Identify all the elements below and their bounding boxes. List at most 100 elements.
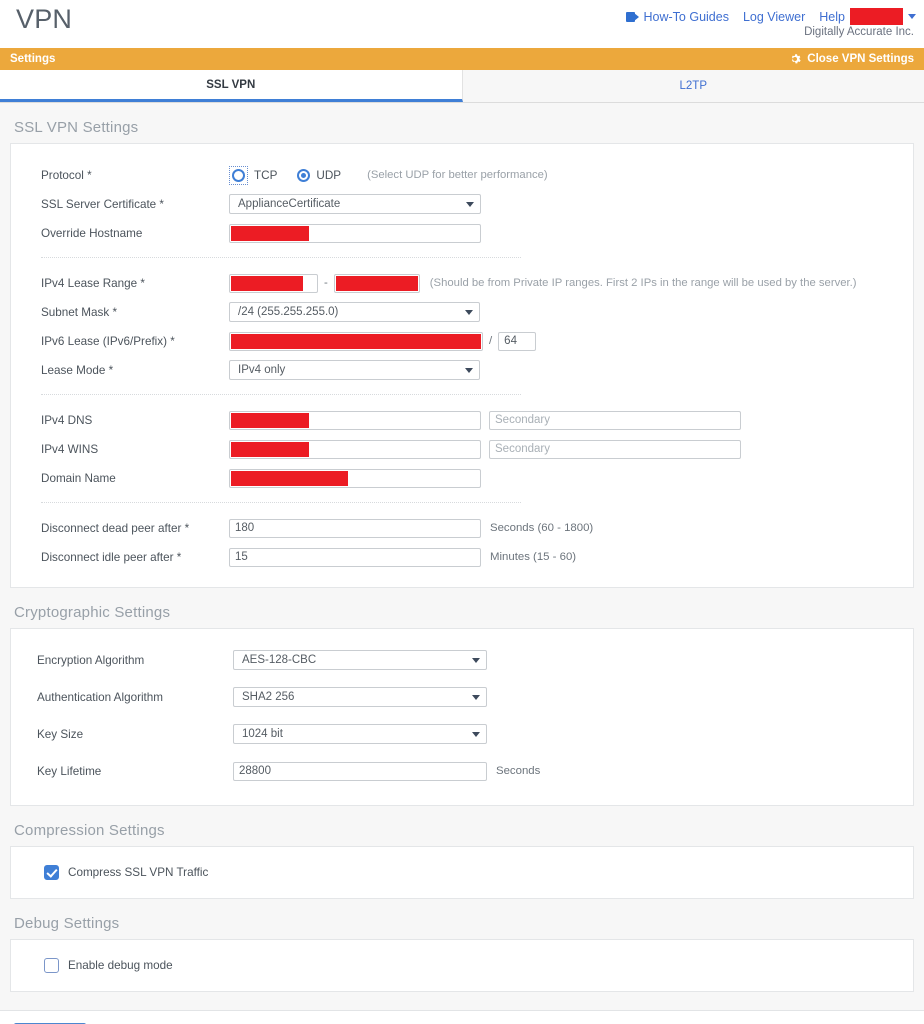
select-subnet-mask[interactable]: /24 (255.255.255.0)	[229, 302, 480, 322]
input-ipv4-dns-primary[interactable]	[229, 410, 481, 430]
row-ipv6-lease: IPv6 Lease (IPv6/Prefix) * / 64	[11, 328, 913, 354]
settings-bar: Settings Close VPN Settings	[0, 48, 924, 70]
debug-card: Enable debug mode	[10, 939, 914, 992]
label-protocol: Protocol *	[41, 168, 92, 182]
checkbox-icon	[44, 958, 59, 973]
label-lease-mode: Lease Mode *	[41, 363, 114, 377]
ipv4-lease-range-hint: (Should be from Private IP ranges. First…	[429, 277, 857, 289]
input-ipv4-dns-secondary[interactable]: Secondary	[489, 410, 741, 430]
input-ipv6-prefix-value: 64	[504, 335, 517, 347]
input-ipv4-lease-range-start[interactable]	[229, 273, 318, 293]
ipv6-prefix-separator: /	[489, 335, 493, 347]
close-vpn-settings-button[interactable]: Close VPN Settings	[789, 53, 914, 65]
close-vpn-settings-label: Close VPN Settings	[807, 53, 914, 65]
divider	[41, 502, 521, 503]
select-encryption-algorithm[interactable]: AES-128-CBC	[233, 650, 487, 670]
chevron-down-icon[interactable]	[908, 14, 916, 19]
row-lease-mode: Lease Mode * IPv4 only	[11, 357, 913, 383]
input-ipv4-wins-primary[interactable]	[229, 439, 481, 459]
input-override-hostname[interactable]	[229, 223, 481, 243]
log-viewer-link[interactable]: Log Viewer	[743, 10, 805, 24]
tab-ssl-vpn-label: SSL VPN	[206, 78, 256, 91]
vpn-settings-page: VPN How-To Guides Log Viewer Help Digita…	[0, 0, 924, 1024]
help-user-redacted	[850, 8, 903, 25]
label-authentication-algorithm: Authentication Algorithm	[37, 690, 164, 704]
label-domain-name: Domain Name	[41, 471, 116, 485]
radio-tcp-label: TCP	[254, 168, 278, 182]
how-to-guides-label: How-To Guides	[643, 9, 729, 24]
row-override-hostname: Override Hostname	[11, 220, 913, 246]
select-subnet-mask-value: /24 (255.255.255.0)	[238, 306, 339, 318]
disconnect-idle-peer-unit: Minutes (15 - 60)	[490, 551, 577, 563]
protocol-hint: (Select UDP for better performance)	[367, 169, 548, 181]
divider	[41, 394, 521, 395]
input-disconnect-idle-peer[interactable]: 15	[229, 547, 481, 567]
row-key-lifetime: Key Lifetime 28800 Seconds	[11, 758, 913, 784]
label-disconnect-idle-peer: Disconnect idle peer after *	[41, 550, 182, 564]
checkbox-compress-ssl-vpn-traffic[interactable]: Compress SSL VPN Traffic	[11, 847, 913, 898]
disconnect-dead-peer-unit: Seconds (60 - 1800)	[490, 522, 594, 534]
select-encryption-algorithm-value: AES-128-CBC	[242, 654, 317, 666]
input-disconnect-dead-peer[interactable]: 180	[229, 518, 481, 538]
radio-udp[interactable]	[297, 168, 311, 182]
section-title-cryptographic: Cryptographic Settings	[14, 604, 171, 621]
row-encryption-algorithm: Encryption Algorithm AES-128-CBC	[11, 647, 913, 673]
label-key-lifetime: Key Lifetime	[37, 764, 102, 778]
row-ipv4-wins: IPv4 WINS Secondary	[11, 436, 913, 462]
top-header: VPN How-To Guides Log Viewer Help Digita…	[0, 0, 924, 48]
section-title-compression: Compression Settings	[14, 822, 165, 839]
select-key-size[interactable]: 1024 bit	[233, 724, 487, 744]
input-disconnect-idle-peer-value: 15	[235, 551, 248, 563]
checkbox-enable-debug-mode[interactable]: Enable debug mode	[11, 940, 913, 991]
divider	[41, 257, 521, 258]
row-ssl-server-certificate: SSL Server Certificate * ApplianceCertif…	[11, 191, 913, 217]
label-ipv4-dns: IPv4 DNS	[41, 413, 93, 427]
input-domain-name[interactable]	[229, 468, 481, 488]
input-key-lifetime[interactable]: 28800	[233, 761, 487, 781]
input-ipv4-wins-secondary-placeholder: Secondary	[495, 443, 550, 455]
row-key-size: Key Size 1024 bit	[11, 721, 913, 747]
how-to-guides-link[interactable]: How-To Guides	[625, 9, 729, 24]
row-protocol: Protocol * TCP UDP (Select UDP for bette…	[11, 162, 913, 188]
settings-content: SSL VPN Settings Protocol * TCP UDP (Sel…	[0, 103, 924, 1011]
row-disconnect-dead-peer: Disconnect dead peer after * 180 Seconds…	[11, 515, 913, 541]
tab-l2tp[interactable]: L2TP	[462, 70, 924, 102]
checkbox-compress-ssl-vpn-traffic-label: Compress SSL VPN Traffic	[68, 866, 209, 879]
compression-card: Compress SSL VPN Traffic	[10, 846, 914, 899]
tab-bar: SSL VPN L2TP	[0, 70, 924, 103]
label-key-size: Key Size	[37, 727, 84, 741]
radio-tcp-circle	[232, 168, 245, 182]
input-disconnect-dead-peer-value: 180	[235, 522, 255, 534]
header-links: How-To Guides Log Viewer Help	[625, 8, 916, 25]
input-ipv6-prefix[interactable]: 64	[498, 331, 537, 351]
radio-tcp[interactable]	[229, 165, 248, 185]
select-key-size-value: 1024 bit	[242, 728, 283, 740]
select-authentication-algorithm[interactable]: SHA2 256	[233, 687, 487, 707]
lease-range-separator: -	[324, 277, 328, 289]
redaction-bar	[231, 333, 481, 349]
gear-icon	[789, 53, 801, 65]
select-lease-mode[interactable]: IPv4 only	[229, 360, 480, 380]
chevron-down-icon	[472, 732, 480, 737]
select-ssl-server-certificate[interactable]: ApplianceCertificate	[229, 194, 481, 214]
page-title: VPN	[16, 4, 73, 34]
label-disconnect-dead-peer: Disconnect dead peer after *	[41, 521, 190, 535]
section-title-ssl-vpn: SSL VPN Settings	[14, 119, 139, 136]
redaction-bar	[231, 275, 303, 291]
radio-udp-label: UDP	[316, 168, 342, 182]
input-ipv4-lease-range-end[interactable]	[333, 273, 420, 293]
chevron-down-icon	[465, 368, 473, 373]
input-ipv4-wins-secondary[interactable]: Secondary	[489, 439, 741, 459]
input-ipv6-lease[interactable]	[229, 331, 483, 351]
row-subnet-mask: Subnet Mask * /24 (255.255.255.0)	[11, 299, 913, 325]
label-encryption-algorithm: Encryption Algorithm	[37, 653, 145, 667]
video-camera-icon	[625, 11, 639, 22]
tab-ssl-vpn[interactable]: SSL VPN	[0, 70, 463, 102]
help-menu[interactable]: Help	[819, 8, 916, 25]
redaction-bar	[231, 470, 348, 486]
help-label: Help	[819, 9, 845, 24]
input-key-lifetime-value: 28800	[239, 765, 271, 777]
ssl-vpn-card: Protocol * TCP UDP (Select UDP for bette…	[10, 143, 914, 588]
label-ipv4-lease-range: IPv4 Lease Range *	[41, 276, 145, 290]
row-domain-name: Domain Name	[11, 465, 913, 491]
